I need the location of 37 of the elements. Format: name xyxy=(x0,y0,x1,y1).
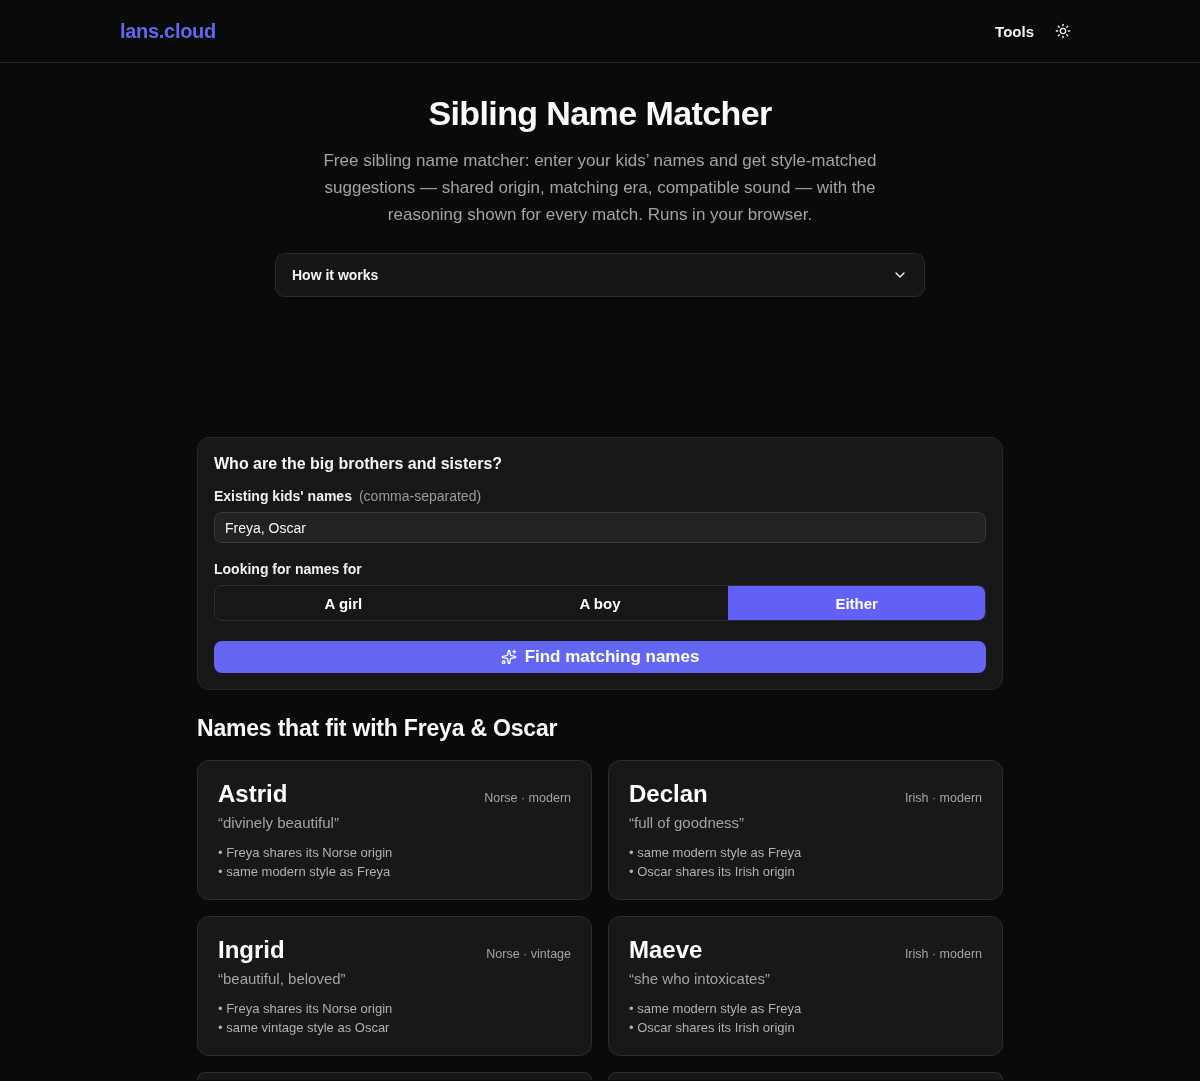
field-label: Existing kids' names xyxy=(214,487,352,506)
suggested-name: Astrid xyxy=(218,779,288,809)
sun-icon xyxy=(1055,23,1071,39)
intro-text: Free sibling name matcher: enter your kids’ names and get style-matched suggestions — shared origin, matching era, compatible sound — with the reasoning shown for every match. Runs in your browser. xyxy=(322,150,878,226)
gender-option[interactable]: A girl xyxy=(215,586,472,620)
results-heading: Names that fit with Freya & Oscar xyxy=(197,714,559,743)
name-meaning: “beautiful, beloved” xyxy=(218,969,347,989)
gender-option[interactable]: Either xyxy=(728,586,985,620)
field-label: Looking for names for xyxy=(214,560,362,579)
page-title: Sibling Name Matcher xyxy=(428,93,772,133)
match-reason: • same modern style as Freya xyxy=(218,863,392,881)
name-meaning: “divinely beautiful” xyxy=(218,813,340,833)
suggested-name: Maeve xyxy=(629,935,703,965)
name-meaning: “she who intoxicates” xyxy=(629,969,771,989)
suggested-name: Ingrid xyxy=(218,935,285,965)
match-reason: • same modern style as Freya xyxy=(629,844,803,862)
match-reason: • Oscar shares its Irish origin xyxy=(629,1019,796,1037)
suggested-name: Declan xyxy=(629,779,708,809)
name-meaning: “full of goodness” xyxy=(629,813,746,833)
name-tags: Irish · modern xyxy=(904,947,982,961)
form-heading: Who are the big brothers and sisters? xyxy=(214,454,504,474)
site-logo[interactable]: lans.cloud xyxy=(120,19,216,43)
gender-option[interactable]: A boy xyxy=(471,586,729,620)
match-reason: • Oscar shares its Irish origin xyxy=(629,863,796,881)
name-tags: Irish · modern xyxy=(904,791,982,805)
nav-link[interactable]: Tools xyxy=(995,22,1034,40)
match-reason: • Freya shares its Norse origin xyxy=(218,1000,394,1018)
match-reason: • same modern style as Freya xyxy=(629,1000,803,1018)
name-tags: Norse · modern xyxy=(484,791,571,805)
match-reason: • Freya shares its Norse origin xyxy=(218,844,394,862)
how-it-works-accordion[interactable]: How it works xyxy=(275,253,925,297)
match-reason: • same vintage style as Oscar xyxy=(218,1019,391,1037)
field-hint: (comma-separated) xyxy=(358,487,482,506)
name-tags: Norse · vintage xyxy=(486,947,571,961)
sparkles-icon xyxy=(500,649,517,665)
names-input-field[interactable]: Freya, Oscar xyxy=(214,512,986,543)
find-names-button[interactable]: Find matching names xyxy=(214,641,986,673)
